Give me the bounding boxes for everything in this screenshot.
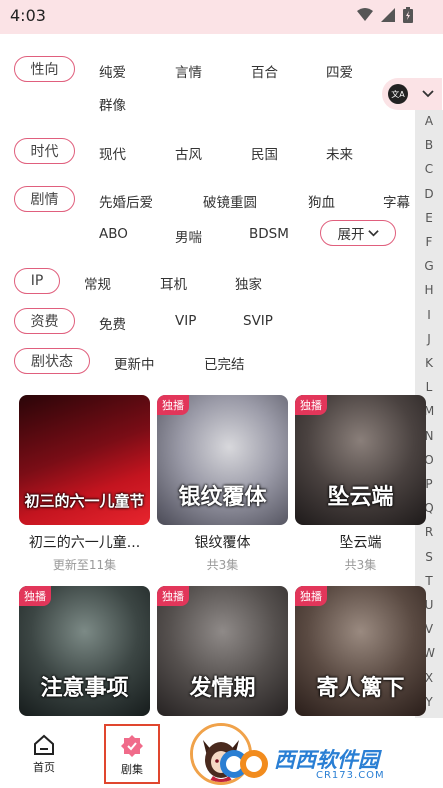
filter-row-fee: 资费 免费 VIP SVIP xyxy=(0,308,415,336)
filter-row-status: 剧状态 更新中 已完结 xyxy=(0,348,415,376)
filter-row-era: 时代 现代 古风 民国 未来 xyxy=(0,138,415,166)
drama-card[interactable]: 独播 发情期 xyxy=(157,586,288,716)
filter-row-ip: IP 常规 耳机 独家 xyxy=(0,268,415,296)
status-time: 4:03 xyxy=(10,6,46,25)
cover-title: 发情期 xyxy=(189,676,256,701)
filter-option[interactable]: BDSM xyxy=(249,226,289,242)
card-title: 坠云端 xyxy=(339,535,382,551)
index-letter[interactable]: B xyxy=(415,138,443,152)
cover-title: 寄人篱下 xyxy=(316,676,405,701)
filter-option[interactable]: 未来 xyxy=(326,143,353,163)
filter-option[interactable]: 独家 xyxy=(235,273,262,293)
drama-card[interactable]: 独播 寄人篱下 xyxy=(295,586,426,716)
nav-drama[interactable]: 剧集 xyxy=(102,720,162,788)
filter-option[interactable]: 纯爱 xyxy=(99,61,126,81)
filter-label-plot[interactable]: 剧情 xyxy=(14,186,75,212)
cover-image: 独播 银纹覆体 xyxy=(157,395,288,525)
index-letter[interactable]: K xyxy=(415,356,443,370)
watermark-sub: CR173.COM xyxy=(316,770,385,781)
index-letter[interactable]: F xyxy=(415,235,443,249)
drama-card[interactable]: 初三的六一儿童节 初三的六一儿童... 更新至11集 xyxy=(19,395,150,575)
drama-card[interactable]: 独播 坠云端 坠云端 共3集 xyxy=(295,395,426,575)
index-letter[interactable]: I xyxy=(415,308,443,322)
filter-label-status[interactable]: 剧状态 xyxy=(14,348,90,374)
filter-option[interactable]: 常规 xyxy=(84,273,111,293)
signal-icon xyxy=(381,8,395,22)
index-letter[interactable]: C xyxy=(415,162,443,176)
cover-image: 初三的六一儿童节 xyxy=(19,395,150,525)
cover-title: 注意事项 xyxy=(40,676,129,701)
drama-card[interactable]: 独播 注意事项 xyxy=(19,586,150,716)
filter-label-orientation[interactable]: 性向 xyxy=(14,56,75,82)
card-subtitle: 共3集 xyxy=(344,558,377,572)
filter-label-fee[interactable]: 资费 xyxy=(14,308,75,334)
expand-button[interactable]: 展开 xyxy=(320,220,396,246)
language-toggle[interactable]: 文A xyxy=(382,78,442,110)
filter-option[interactable]: 男喘 xyxy=(175,226,202,246)
cover-image: 独播 发情期 xyxy=(157,586,288,716)
filter-option[interactable]: 狗血 xyxy=(308,191,335,211)
exclusive-badge: 独播 xyxy=(295,395,327,415)
cover-title: 银纹覆体 xyxy=(178,485,267,510)
translate-icon: 文A xyxy=(388,84,408,104)
cover-image: 独播 寄人篱下 xyxy=(295,586,426,716)
filter-option[interactable]: 群像 xyxy=(99,94,126,114)
filter-option[interactable]: 先婚后爱 xyxy=(99,191,153,211)
index-letter[interactable]: J xyxy=(415,332,443,346)
nav-home[interactable]: 首页 xyxy=(14,720,74,788)
status-icons xyxy=(357,7,413,23)
filter-option[interactable]: 现代 xyxy=(99,143,126,163)
card-title: 初三的六一儿童... xyxy=(28,535,141,551)
cover-title: 坠云端 xyxy=(327,485,394,510)
exclusive-badge: 独播 xyxy=(19,586,51,606)
chevron-down-icon xyxy=(422,90,434,98)
wifi-icon xyxy=(357,8,373,21)
expand-label: 展开 xyxy=(337,227,365,243)
index-letter[interactable]: A xyxy=(415,114,443,128)
filter-option[interactable]: 破镜重圆 xyxy=(203,191,257,211)
cover-image: 独播 坠云端 xyxy=(295,395,426,525)
nav-drama-label: 剧集 xyxy=(121,763,143,776)
nav-home-label: 首页 xyxy=(33,761,55,774)
filter-option[interactable]: 字幕 xyxy=(383,191,410,211)
battery-icon xyxy=(403,7,413,23)
index-letter[interactable]: D xyxy=(415,187,443,201)
cover-image: 独播 注意事项 xyxy=(19,586,150,716)
exclusive-badge: 独播 xyxy=(295,586,327,606)
filter-option[interactable]: 古风 xyxy=(175,143,202,163)
filter-option[interactable]: SVIP xyxy=(243,313,273,329)
drama-icon xyxy=(121,735,143,757)
filter-option[interactable]: 言情 xyxy=(175,61,202,81)
status-bar: 4:03 xyxy=(0,0,443,34)
index-letter[interactable]: E xyxy=(415,211,443,225)
filter-label-ip[interactable]: IP xyxy=(14,268,60,294)
filter-row-plot: 剧情 先婚后爱 破镜重圆 狗血 字幕 ABO 男喘 BDSM 展开 xyxy=(0,186,415,246)
filter-option[interactable]: 民国 xyxy=(251,143,278,163)
filter-label-era[interactable]: 时代 xyxy=(14,138,75,164)
card-subtitle: 共3集 xyxy=(206,558,239,572)
filter-option[interactable]: 耳机 xyxy=(160,273,187,293)
filter-option[interactable]: 已完结 xyxy=(204,353,245,373)
card-subtitle: 更新至11集 xyxy=(52,558,117,572)
drama-card[interactable]: 独播 银纹覆体 银纹覆体 共3集 xyxy=(157,395,288,575)
filter-option[interactable]: 四爱 xyxy=(326,61,353,81)
watermark: 西西软件园 CR173.COM xyxy=(218,742,436,788)
chevron-down-icon xyxy=(367,229,379,237)
card-title: 银纹覆体 xyxy=(194,535,251,551)
filter-option[interactable]: ABO xyxy=(99,226,128,242)
index-letter[interactable]: H xyxy=(415,283,443,297)
index-letter[interactable]: G xyxy=(415,259,443,273)
filter-option[interactable]: 更新中 xyxy=(114,353,155,373)
filter-option[interactable]: 百合 xyxy=(251,61,278,81)
home-icon xyxy=(34,734,54,755)
filter-option[interactable]: 免费 xyxy=(99,313,126,333)
cover-title: 初三的六一儿童节 xyxy=(24,492,145,510)
filter-row-orientation: 性向 纯爱 言情 百合 四爱 群像 xyxy=(0,56,415,114)
index-letter[interactable]: L xyxy=(415,380,443,394)
exclusive-badge: 独播 xyxy=(157,586,189,606)
exclusive-badge: 独播 xyxy=(157,395,189,415)
filter-option[interactable]: VIP xyxy=(175,313,196,329)
